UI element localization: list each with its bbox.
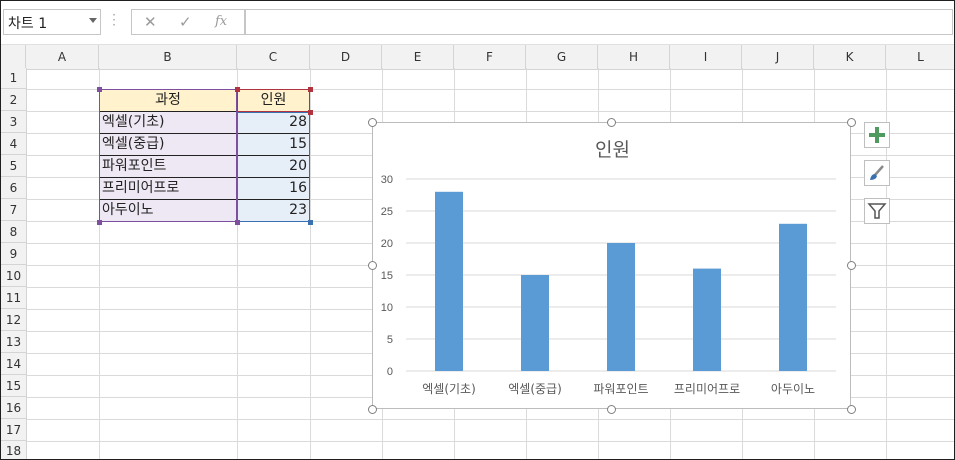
y-tick-label: 30	[381, 174, 393, 186]
row-header-2[interactable]: 2	[1, 89, 26, 111]
column-header-h[interactable]: H	[598, 45, 670, 69]
column-header-k[interactable]: K	[814, 45, 886, 69]
y-tick-label: 5	[387, 334, 393, 346]
funnel-icon	[867, 203, 887, 219]
column-header-e[interactable]: E	[382, 45, 454, 69]
chart-resize-handle[interactable]	[607, 405, 616, 414]
chart-filters-button[interactable]	[864, 198, 890, 224]
table-cell-value[interactable]: 15	[237, 134, 310, 156]
row-header-15[interactable]: 15	[1, 375, 26, 397]
select-all-button[interactable]	[1, 45, 26, 69]
table-header-value[interactable]: 인원	[237, 90, 310, 112]
plus-icon	[869, 127, 885, 143]
more-options-icon[interactable]: · · ·	[112, 9, 116, 31]
row-header-bar: 1 2 3 4 5 6 7 8 9 10 11 12 13 14 15 16 1…	[1, 68, 27, 459]
table-cell-category[interactable]: 엑셀(기초)	[99, 112, 237, 134]
chart-resize-handle[interactable]	[368, 261, 377, 270]
row-header-17[interactable]: 17	[1, 419, 26, 441]
chart-resize-handle[interactable]	[368, 118, 377, 127]
chart-resize-handle[interactable]	[607, 118, 616, 127]
name-box-value: 차트 1	[8, 16, 48, 32]
y-tick-label: 15	[381, 270, 393, 282]
brush-icon	[870, 165, 884, 180]
row-header-4[interactable]: 4	[1, 133, 26, 155]
range-handle[interactable]	[97, 220, 102, 225]
cancel-icon[interactable]: ✕	[144, 13, 157, 31]
gridline	[26, 441, 954, 442]
row-header-6[interactable]: 6	[1, 177, 26, 199]
x-tick-label: 엑셀(기초)	[422, 382, 476, 396]
column-header-i[interactable]: I	[670, 45, 742, 69]
chart-plot-area[interactable]: 0 5 10 15 20 25 30 엑셀(기초) 엑셀(중급) 파워포인트 프리미어프로 아두이노	[373, 123, 850, 408]
enter-icon[interactable]: ✓	[179, 13, 192, 31]
table-cell-category[interactable]: 파워포인트	[99, 156, 237, 178]
column-header-d[interactable]: D	[310, 45, 382, 69]
table-cell-value[interactable]: 23	[237, 200, 310, 222]
chart-bar[interactable]	[779, 223, 807, 371]
table-cell-category[interactable]: 프리미어프로	[99, 178, 237, 200]
table-cell-value[interactable]: 16	[237, 178, 310, 200]
column-header-c[interactable]: C	[237, 45, 310, 69]
range-handle[interactable]	[308, 110, 313, 115]
range-handle[interactable]	[308, 220, 313, 225]
row-header-8[interactable]: 8	[1, 221, 26, 243]
bar-chart[interactable]: 인원 0 5 10 15 20 25 30 엑셀(기초) 엑셀(중급) 파워포인트 프리미어프로 아두…	[372, 122, 851, 409]
range-handle[interactable]	[97, 87, 102, 92]
row-header-10[interactable]: 10	[1, 265, 26, 287]
chart-resize-handle[interactable]	[847, 261, 856, 270]
table-cell-value[interactable]: 20	[237, 156, 310, 178]
column-header-l[interactable]: L	[886, 45, 954, 69]
chart-bar[interactable]	[607, 243, 635, 371]
chart-bar[interactable]	[693, 268, 721, 371]
column-header-bar: A B C D E F G H I J K L	[1, 44, 954, 70]
table-cell-value[interactable]: 28	[237, 112, 310, 134]
formula-input[interactable]	[245, 9, 953, 35]
chart-resize-handle[interactable]	[847, 405, 856, 414]
column-header-f[interactable]: F	[454, 45, 526, 69]
y-tick-label: 20	[381, 238, 393, 250]
table-header-category[interactable]: 과정	[99, 90, 237, 112]
formula-bar: 차트 1 · · · ✕ ✓ fx	[1, 1, 954, 41]
insert-function-icon[interactable]: fx	[215, 14, 227, 29]
excel-window: 차트 1 · · · ✕ ✓ fx A B C D E F G H I J K L	[0, 0, 955, 460]
range-handle[interactable]	[235, 87, 240, 92]
row-header-18[interactable]: 18	[1, 441, 26, 459]
formula-buttons: ✕ ✓ fx	[131, 9, 245, 35]
row-header-11[interactable]: 11	[1, 287, 26, 309]
range-handle[interactable]	[235, 220, 240, 225]
chart-resize-handle[interactable]	[847, 118, 856, 127]
chart-elements-button[interactable]	[864, 122, 890, 148]
y-tick-label: 25	[381, 206, 393, 218]
column-header-j[interactable]: J	[742, 45, 814, 69]
row-header-3[interactable]: 3	[1, 111, 26, 133]
table-cell-category[interactable]: 아두이노	[99, 200, 237, 222]
x-tick-label: 엑셀(중급)	[508, 382, 562, 396]
gridline	[310, 68, 311, 459]
row-header-16[interactable]: 16	[1, 397, 26, 419]
column-header-b[interactable]: B	[99, 45, 237, 69]
chart-bar[interactable]	[435, 191, 463, 371]
row-header-14[interactable]: 14	[1, 353, 26, 375]
x-tick-label: 파워포인트	[593, 382, 648, 396]
name-box[interactable]: 차트 1	[3, 9, 101, 35]
column-header-g[interactable]: G	[526, 45, 598, 69]
row-header-7[interactable]: 7	[1, 199, 26, 221]
row-header-13[interactable]: 13	[1, 331, 26, 353]
chart-bar[interactable]	[521, 275, 549, 371]
column-header-a[interactable]: A	[26, 45, 99, 69]
table-cell-category[interactable]: 엑셀(중급)	[99, 134, 237, 156]
row-header-12[interactable]: 12	[1, 309, 26, 331]
x-tick-label: 프리미어프로	[674, 382, 740, 396]
row-header-5[interactable]: 5	[1, 155, 26, 177]
range-handle[interactable]	[308, 87, 313, 92]
y-tick-label: 0	[387, 366, 393, 378]
x-tick-label: 아두이노	[771, 382, 815, 396]
y-tick-label: 10	[381, 302, 393, 314]
row-header-1[interactable]: 1	[1, 68, 26, 89]
gridline	[26, 419, 954, 420]
chevron-down-icon[interactable]	[89, 18, 97, 23]
chart-resize-handle[interactable]	[368, 405, 377, 414]
row-header-9[interactable]: 9	[1, 243, 26, 265]
chart-styles-button[interactable]	[864, 160, 890, 186]
